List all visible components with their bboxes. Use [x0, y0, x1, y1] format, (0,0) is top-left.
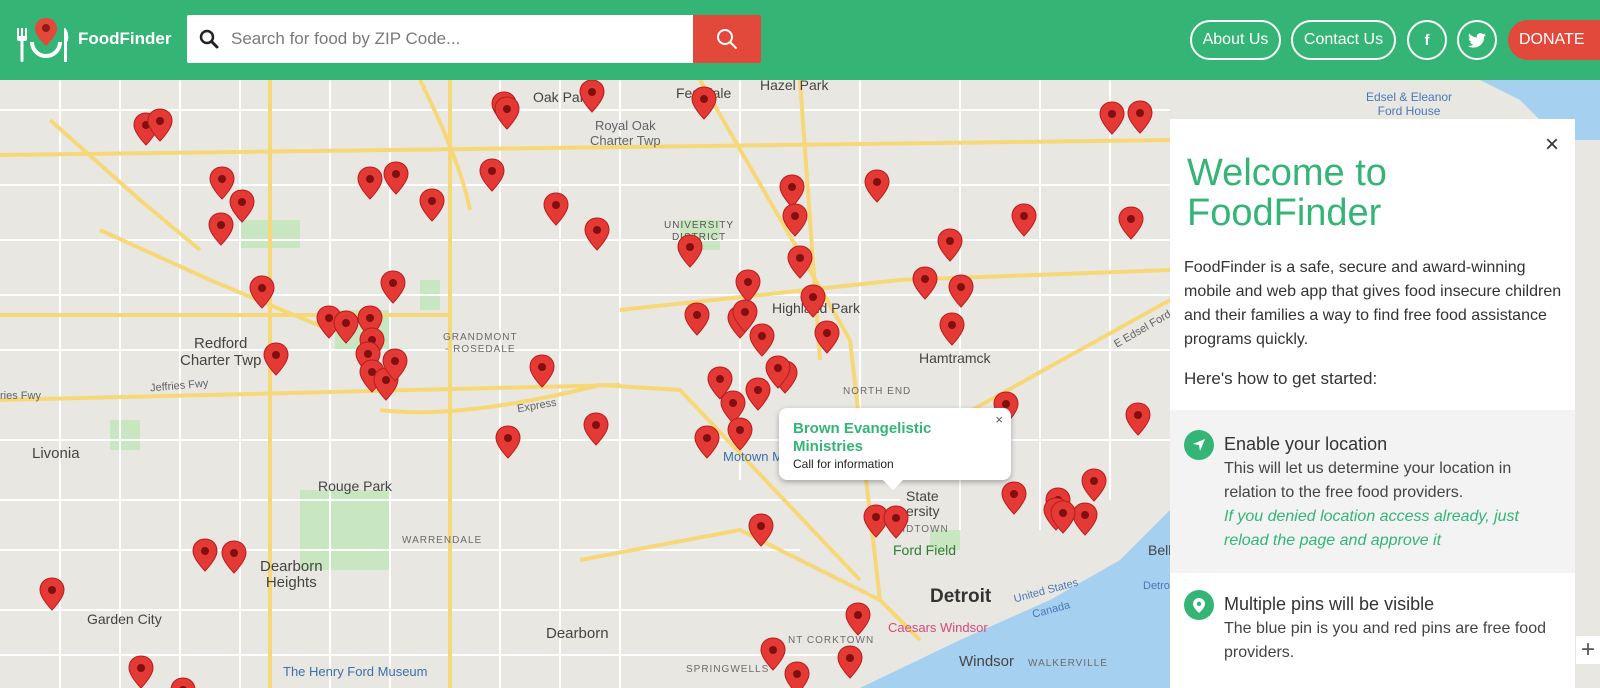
search-box [187, 15, 693, 63]
food-provider-pin[interactable] [745, 377, 771, 411]
food-provider-pin[interactable] [1118, 206, 1144, 240]
step-title: Multiple pins will be visible [1224, 594, 1435, 614]
step-description: The blue pin is you and red pins are fre… [1224, 620, 1546, 661]
facebook-icon: f [1424, 31, 1430, 49]
logo[interactable]: FoodFinder [14, 14, 171, 64]
food-provider-pin[interactable] [383, 161, 409, 195]
food-provider-pin[interactable] [782, 203, 808, 237]
food-provider-pin[interactable] [939, 312, 965, 346]
food-provider-pin[interactable] [779, 174, 805, 208]
food-provider-pin[interactable] [864, 169, 890, 203]
food-provider-pin[interactable] [883, 505, 909, 539]
food-provider-pin[interactable] [677, 234, 703, 268]
welcome-panel: × Welcome to FoodFinder FoodFinder is a … [1170, 119, 1575, 688]
popup-subtitle: Call for information [793, 457, 894, 471]
provider-info-popup: Brown Evangelistic Ministries Call for i… [779, 408, 1011, 490]
food-provider-pin[interactable] [814, 320, 840, 354]
food-provider-pin[interactable] [249, 275, 275, 309]
twitter-button[interactable] [1457, 20, 1497, 60]
food-provider-pin[interactable] [749, 323, 775, 357]
map-pin-icon [1184, 590, 1214, 620]
food-provider-pin[interactable] [837, 645, 863, 679]
zip-search-input[interactable] [231, 29, 671, 49]
food-provider-pin[interactable] [691, 86, 717, 120]
food-provider-pin[interactable] [333, 310, 359, 344]
food-provider-pin[interactable] [748, 513, 774, 547]
twitter-icon [1468, 32, 1486, 48]
food-provider-pin[interactable] [357, 166, 383, 200]
food-provider-pin[interactable] [170, 677, 196, 688]
food-provider-pin[interactable] [229, 189, 255, 223]
search-icon [717, 29, 737, 49]
food-provider-pin[interactable] [529, 354, 555, 388]
panel-intro: FoodFinder is a safe, secure and award-w… [1184, 259, 1562, 348]
food-provider-pin[interactable] [221, 540, 247, 574]
food-provider-pin[interactable] [543, 192, 569, 226]
step-multiple-pins: Multiple pins will be visible The blue p… [1170, 589, 1575, 688]
close-icon[interactable]: × [1545, 133, 1559, 157]
food-provider-pin[interactable] [937, 228, 963, 262]
search-button[interactable] [693, 15, 761, 63]
food-provider-pin[interactable] [380, 270, 406, 304]
food-provider-pin[interactable] [684, 302, 710, 336]
food-provider-pin[interactable] [209, 166, 235, 200]
food-provider-pin[interactable] [727, 417, 753, 451]
food-provider-pin[interactable] [912, 266, 938, 300]
food-provider-pin[interactable] [1081, 468, 1107, 502]
food-provider-pin[interactable] [39, 577, 65, 611]
food-provider-pin[interactable] [583, 412, 609, 446]
food-provider-pin[interactable] [760, 637, 786, 671]
food-provider-pin[interactable] [694, 425, 720, 459]
donate-button[interactable]: DONATE [1508, 20, 1600, 60]
food-provider-pin[interactable] [1001, 481, 1027, 515]
food-provider-pin[interactable] [419, 188, 445, 222]
food-provider-pin[interactable] [1072, 502, 1098, 536]
top-bar: FoodFinder About Us Contact Us f DONATE [0, 0, 1600, 80]
facebook-button[interactable]: f [1407, 20, 1447, 60]
food-provider-pin[interactable] [1011, 203, 1037, 237]
food-provider-pin[interactable] [495, 425, 521, 459]
food-provider-pin[interactable] [584, 217, 610, 251]
fork-plate-pin-icon [17, 18, 69, 62]
food-provider-pin[interactable] [208, 212, 234, 246]
step-description: This will let us determine your location… [1224, 460, 1512, 501]
popup-title[interactable]: Brown Evangelistic Ministries [793, 420, 963, 456]
map-label-edsel-ford-house: Edsel & Eleanor Ford House [1366, 90, 1453, 118]
zoom-in-button[interactable]: + [1576, 636, 1600, 664]
food-provider-pin[interactable] [1127, 100, 1153, 134]
food-provider-pin[interactable] [128, 655, 154, 688]
food-provider-pin[interactable] [735, 269, 761, 303]
food-provider-pins [39, 80, 1153, 688]
step-enable-location: Enable your location This will let us de… [1170, 410, 1575, 573]
food-provider-pin[interactable] [845, 602, 871, 636]
food-provider-pin[interactable] [1099, 101, 1125, 135]
food-provider-pin[interactable] [579, 80, 605, 113]
step-title: Enable your location [1224, 434, 1388, 454]
food-provider-pin[interactable] [263, 342, 289, 376]
food-provider-pin[interactable] [494, 96, 520, 130]
food-provider-pin[interactable] [1125, 402, 1151, 436]
panel-how-heading: Here's how to get started: [1184, 369, 1378, 388]
panel-title: Welcome to FoodFinder [1187, 152, 1387, 234]
food-provider-pin[interactable] [479, 158, 505, 192]
search-icon [187, 29, 231, 49]
step-note: If you denied location access already, j… [1224, 508, 1519, 549]
food-provider-pin[interactable] [800, 284, 826, 318]
food-provider-pin[interactable] [787, 245, 813, 279]
logo-text: FoodFinder [78, 29, 172, 48]
popup-close-icon[interactable]: × [995, 412, 1003, 427]
about-us-button[interactable]: About Us [1190, 20, 1281, 60]
location-arrow-icon [1184, 430, 1214, 460]
food-provider-pin[interactable] [784, 661, 810, 688]
contact-us-button[interactable]: Contact Us [1291, 20, 1396, 60]
food-provider-pin[interactable] [948, 274, 974, 308]
food-provider-pin[interactable] [192, 538, 218, 572]
